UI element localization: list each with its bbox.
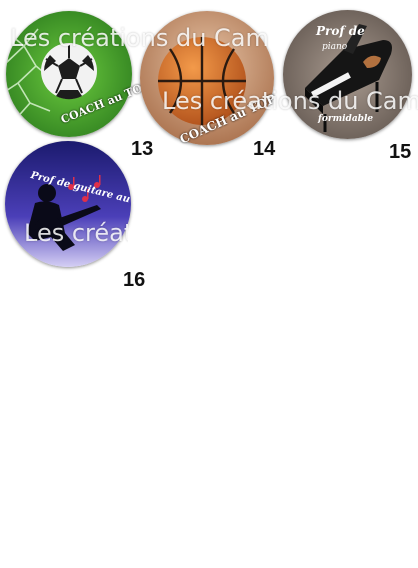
badge-16-guitar[interactable]: [5, 141, 131, 267]
badge-16-number: 16: [123, 269, 146, 291]
badge-14-number: 14: [253, 138, 276, 160]
badge-13-number: 13: [131, 138, 154, 160]
badge-15-number: 15: [389, 141, 412, 163]
badge-15-label-line3: formidable: [318, 114, 374, 124]
badge-15-label-line1: Prof de: [316, 24, 365, 38]
badge-15-label-line2: piano: [322, 42, 348, 52]
guitarist-image: [5, 141, 131, 267]
